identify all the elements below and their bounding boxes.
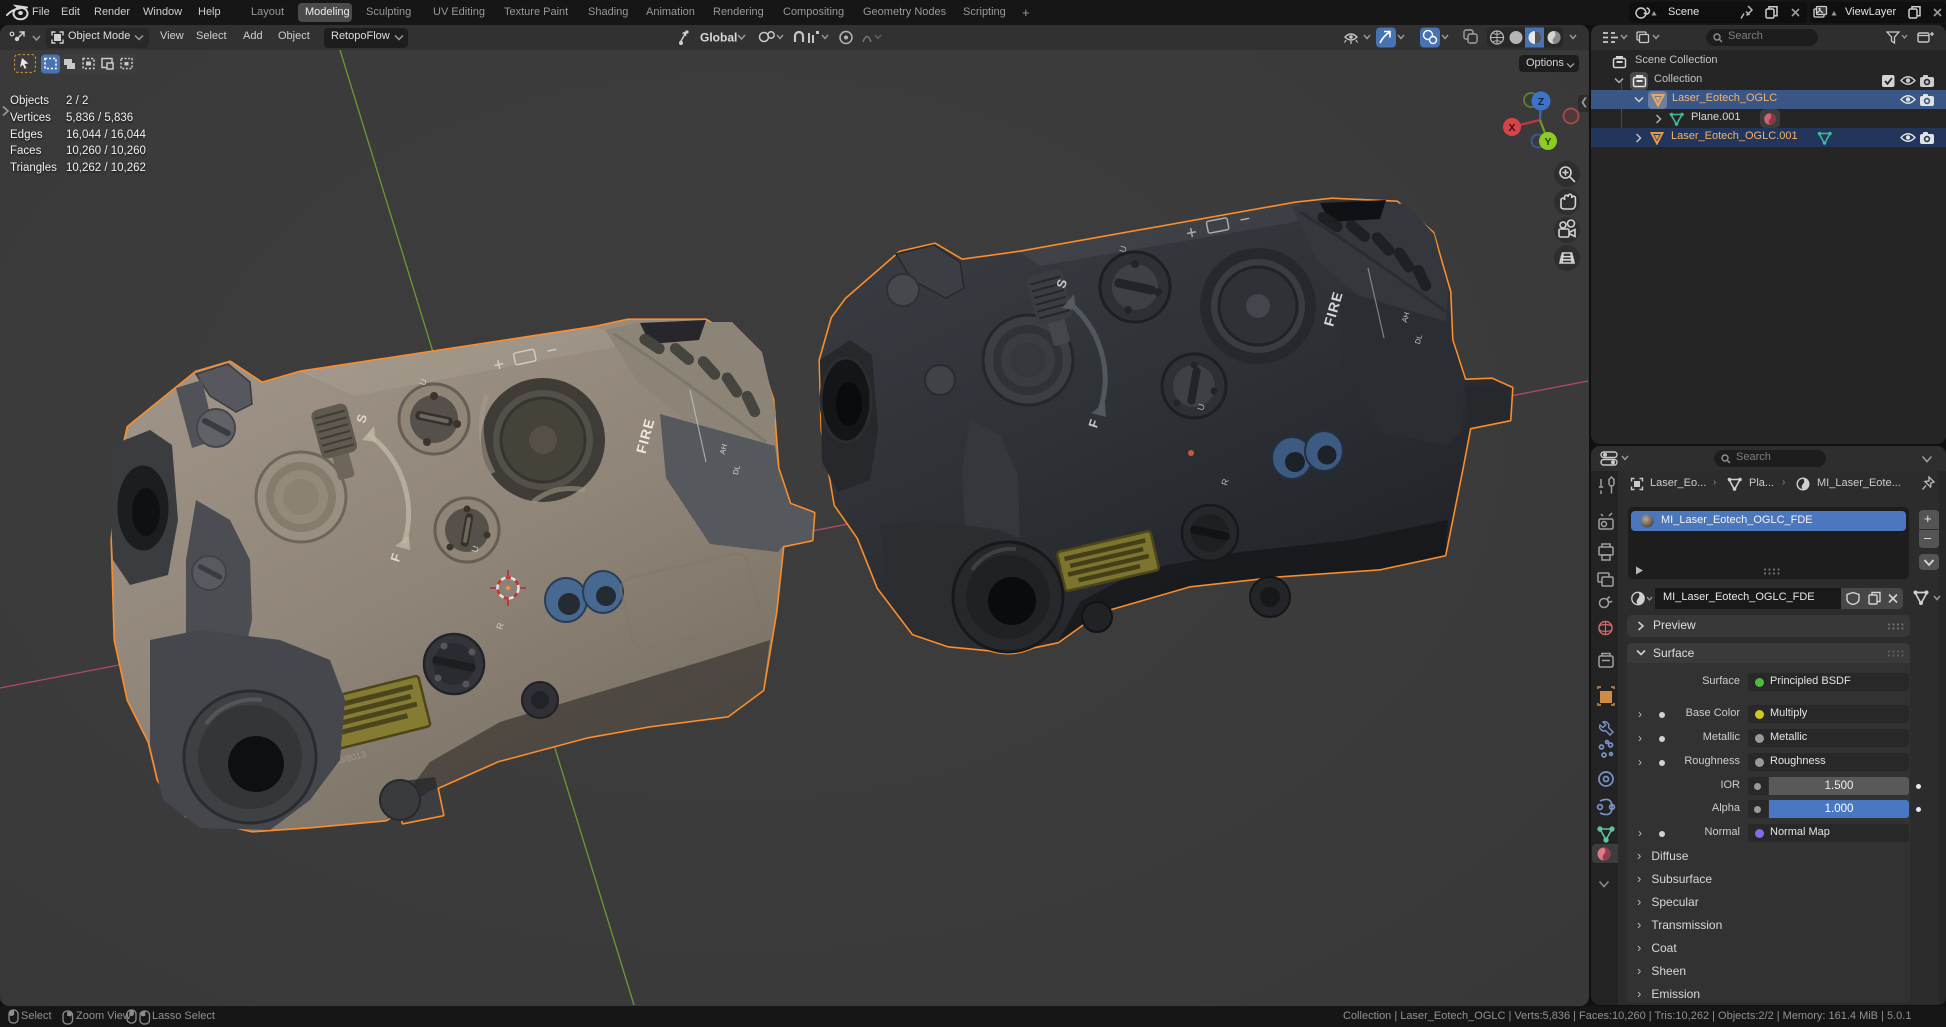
svg-text:Global: Global [700, 31, 737, 45]
svg-text:Y: Y [1544, 136, 1551, 148]
svg-text:Z: Z [1538, 96, 1545, 108]
svg-text:X: X [1508, 122, 1515, 134]
